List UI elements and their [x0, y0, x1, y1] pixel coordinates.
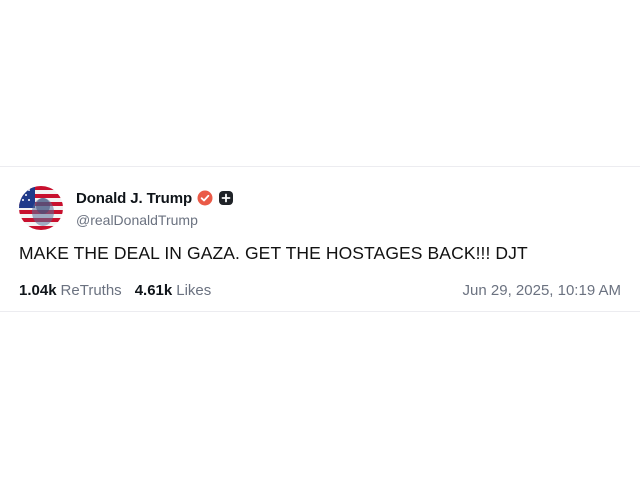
truth-post-card[interactable]: Donald J. Trump @realDonaldTrump MAKE TH… — [0, 166, 640, 312]
post-timestamp[interactable]: Jun 29, 2025, 10:19 AM — [463, 282, 621, 299]
display-name[interactable]: Donald J. Trump — [76, 190, 192, 207]
likes-count[interactable]: 4.61k — [135, 282, 173, 299]
retruths-count[interactable]: 1.04k — [19, 282, 57, 299]
likes-label[interactable]: Likes — [176, 282, 211, 299]
avatar[interactable] — [19, 186, 63, 230]
plus-badge-icon[interactable] — [218, 190, 234, 206]
retruths-label[interactable]: ReTruths — [61, 282, 122, 299]
user-handle[interactable]: @realDonaldTrump — [76, 212, 198, 228]
post-text: MAKE THE DEAL IN GAZA. GET THE HOSTAGES … — [19, 243, 528, 263]
name-row: Donald J. Trump — [76, 188, 234, 208]
verified-badge-icon — [197, 190, 213, 206]
post-stats: 1.04k ReTruths 4.61k Likes — [19, 282, 211, 299]
